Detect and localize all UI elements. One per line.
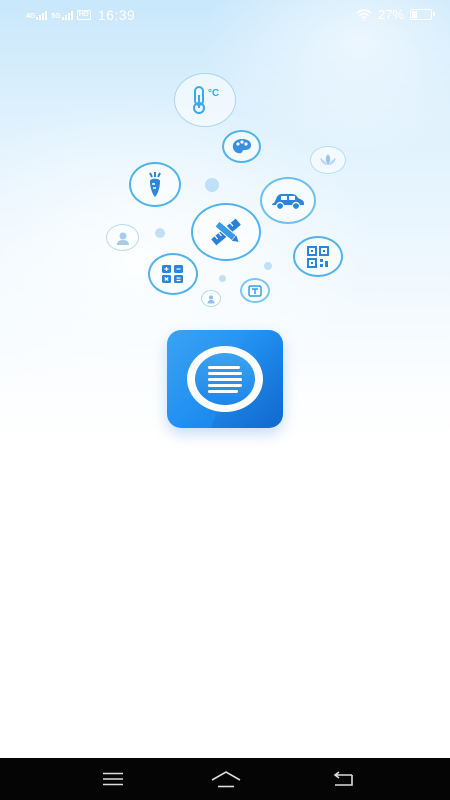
contact-icon <box>201 290 221 307</box>
hd-badge: HD <box>76 10 91 20</box>
network-label: 5G <box>51 12 61 20</box>
back-icon <box>333 771 353 786</box>
decorative-dot <box>219 275 226 282</box>
signal-icon: 4G <box>26 10 48 20</box>
text-box-icon <box>240 278 270 303</box>
pencil-ruler-icon <box>191 203 261 261</box>
temperature-unit: °C <box>208 88 220 99</box>
decorative-dot <box>205 178 219 192</box>
decorative-dot <box>155 228 165 238</box>
wifi-icon <box>356 8 372 21</box>
status-time: 16:39 <box>97 7 136 23</box>
list-document-icon <box>167 330 283 428</box>
status-bar: 4G 5G HD 16:39 27% <box>0 0 450 30</box>
battery-icon <box>410 9 435 20</box>
home-icon <box>211 771 241 788</box>
navigation-bar <box>0 758 450 800</box>
carrot-icon <box>129 162 181 207</box>
menu-icon <box>103 772 123 786</box>
back-button[interactable] <box>323 766 363 792</box>
lotus-icon <box>310 146 346 174</box>
app-logo <box>167 330 283 428</box>
car-icon <box>260 177 316 224</box>
person-silhouette-icon <box>106 224 139 251</box>
calculator-icon <box>148 253 198 295</box>
palette-icon <box>222 130 261 163</box>
decorative-dot <box>264 262 272 270</box>
thermometer-celsius-icon: °C <box>174 73 236 127</box>
battery-percent: 27% <box>377 7 404 22</box>
home-button[interactable] <box>206 766 246 792</box>
splash-screen: 4G 5G HD 16:39 27% °C <box>0 0 450 758</box>
network-label: 4G <box>26 12 36 20</box>
signal-icon: 5G <box>51 10 73 20</box>
menu-button[interactable] <box>93 766 133 792</box>
qr-code-icon <box>293 236 343 277</box>
